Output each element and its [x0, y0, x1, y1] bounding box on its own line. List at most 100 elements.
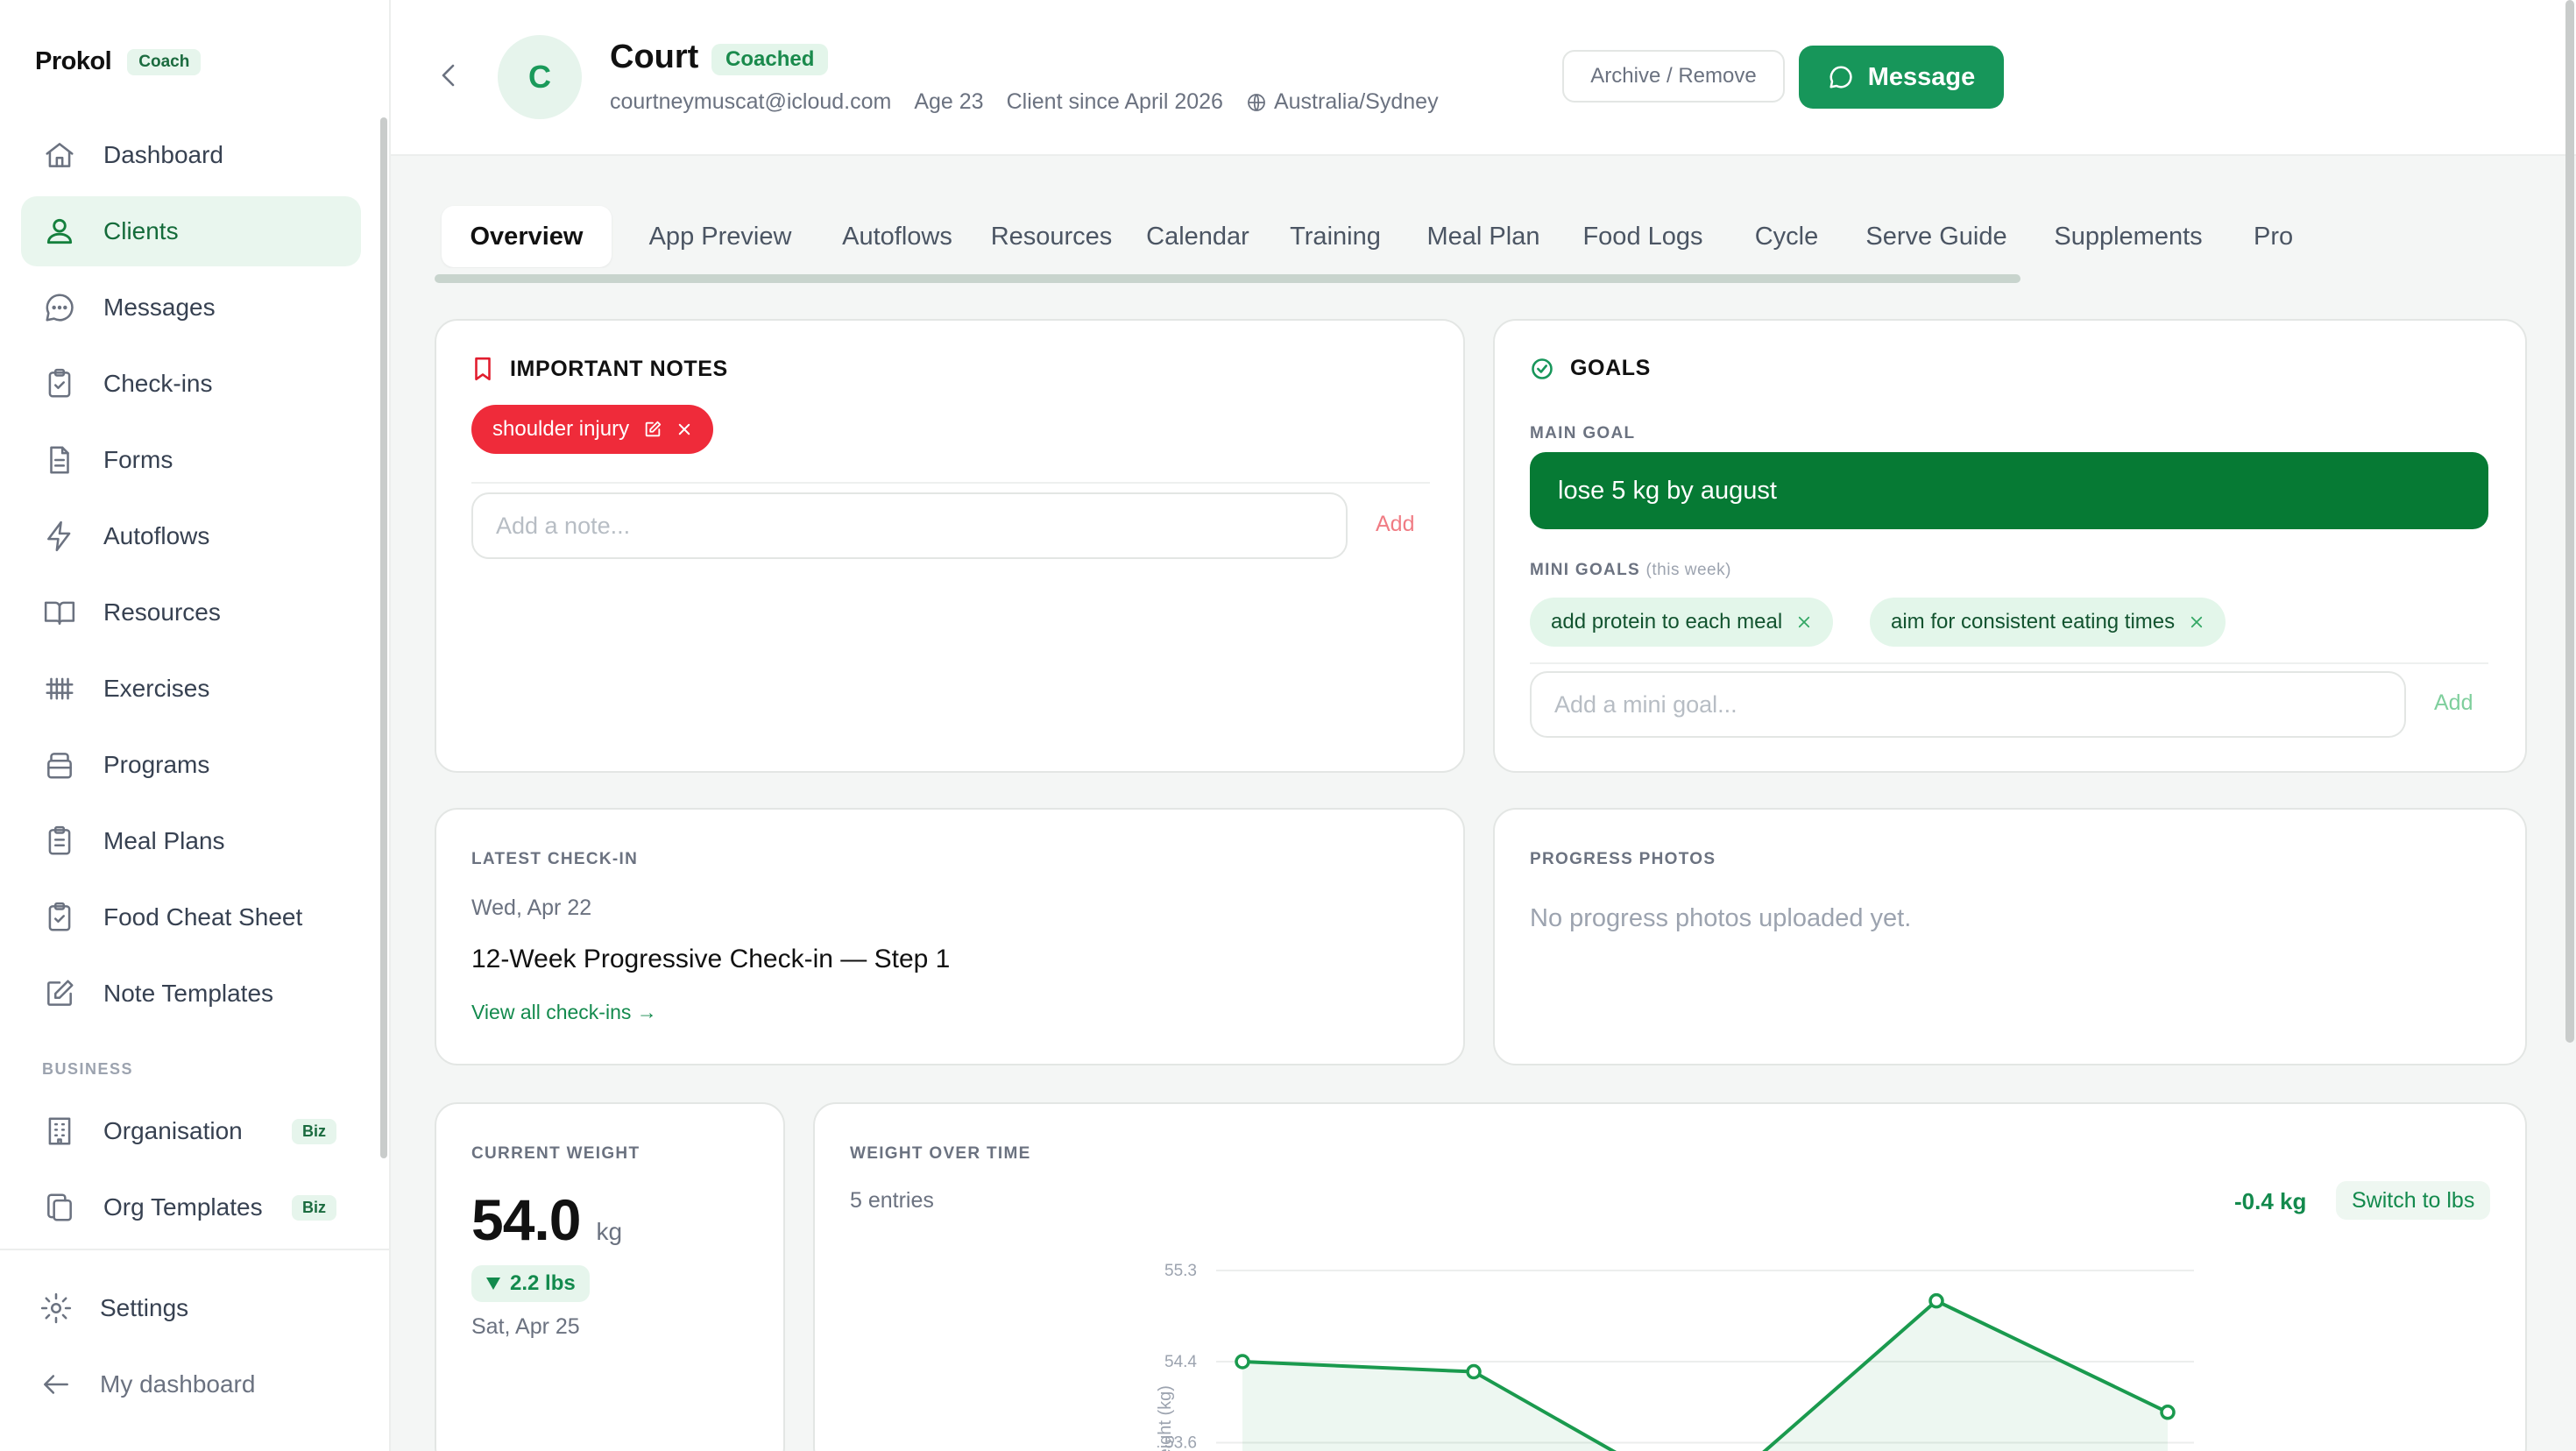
divider — [1530, 662, 2488, 664]
gear-icon — [39, 1291, 74, 1326]
tab-supplements[interactable]: Supplements — [2038, 206, 2219, 267]
add-note-input[interactable]: Add a note... — [471, 492, 1348, 559]
note-chip-label: shoulder injury — [492, 417, 630, 441]
mini-goal-chip: add protein to each meal — [1530, 598, 1834, 647]
brand-name: Prokol — [35, 47, 112, 75]
mini-goals-sub: (this week) — [1645, 561, 1731, 579]
y-tick-label: 54.4 — [1164, 1353, 1197, 1371]
close-icon[interactable] — [676, 421, 692, 437]
weight-area — [1242, 1300, 2168, 1451]
important-notes-header: IMPORTANT NOTES — [471, 356, 728, 382]
weight-point[interactable] — [2160, 1405, 2176, 1420]
sidebar-item-food-cheat-sheet[interactable]: Food Cheat Sheet — [21, 882, 361, 952]
sidebar-item-clients[interactable]: Clients — [21, 196, 361, 266]
progress-photos-label: PROGRESS PHOTOS — [1530, 850, 1716, 868]
brand-badge: Coach — [127, 48, 202, 75]
archive-remove-button[interactable]: Archive / Remove — [1562, 50, 1785, 103]
biz-badge: Biz — [292, 1194, 336, 1221]
message-button[interactable]: Message — [1799, 46, 2004, 109]
divider — [471, 482, 1430, 484]
tab-serve-guide[interactable]: Serve Guide — [1858, 206, 2015, 267]
sidebar: Prokol Coach Dashboard Clients Messages … — [0, 0, 391, 1451]
tab-training[interactable]: Training — [1279, 206, 1391, 267]
bolt-icon — [42, 519, 77, 554]
weight-unit: kg — [596, 1218, 623, 1245]
sidebar-item-label: Forms — [103, 446, 173, 473]
globe-icon — [1248, 93, 1265, 111]
triangle-down-icon — [486, 1278, 500, 1290]
sidebar-item-forms[interactable]: Forms — [21, 425, 361, 495]
mini-goals-label-text: MINI GOALS — [1530, 561, 1640, 579]
mini-goal-chip: aim for consistent eating times — [1870, 598, 2226, 647]
weight-chart: 55.354.453.6Weight (kg) — [1156, 1262, 2194, 1451]
tab-food-logs[interactable]: Food Logs — [1572, 206, 1714, 267]
tab-calendar[interactable]: Calendar — [1141, 206, 1255, 267]
checkin-title[interactable]: 12-Week Progressive Check-in — Step 1 — [471, 945, 950, 974]
current-weight-value: 54.0 kg — [471, 1186, 622, 1253]
tab-meal-plan[interactable]: Meal Plan — [1418, 206, 1549, 267]
sidebar-item-resources[interactable]: Resources — [21, 577, 361, 648]
main-goal[interactable]: lose 5 kg by august — [1530, 452, 2488, 529]
checkin-date: Wed, Apr 22 — [471, 895, 592, 920]
client-age: Age 23 — [914, 89, 984, 114]
add-mini-goal-input[interactable]: Add a mini goal... — [1530, 671, 2406, 738]
weight-delta-badge: 2.2 lbs — [471, 1265, 590, 1302]
arrow-left-icon — [39, 1367, 74, 1402]
add-mini-goal-button[interactable]: Add — [2434, 690, 2473, 716]
tab-autoflows[interactable]: Autoflows — [831, 206, 964, 267]
weight-over-time-card: WEIGHT OVER TIME 5 entries -0.4 kg Switc… — [813, 1102, 2527, 1451]
close-icon[interactable] — [2189, 614, 2204, 630]
sidebar-divider — [0, 1249, 389, 1250]
close-icon[interactable] — [1796, 614, 1812, 630]
sidebar-item-label: Dashboard — [103, 141, 223, 168]
sidebar-item-organisation[interactable]: Organisation Biz — [21, 1096, 361, 1166]
edit-icon — [42, 976, 77, 1011]
sidebar-item-check-ins[interactable]: Check-ins — [21, 349, 361, 419]
tab-profile[interactable]: Pro — [2243, 206, 2348, 267]
bookmark-icon — [475, 357, 491, 381]
weight-point[interactable] — [1466, 1363, 1482, 1380]
message-button-label: Message — [1867, 62, 1976, 91]
tabs-scrollbar[interactable] — [435, 274, 2020, 283]
sidebar-scrollbar[interactable] — [380, 117, 387, 1158]
home-icon — [42, 138, 77, 173]
weight-date: Sat, Apr 25 — [471, 1314, 580, 1339]
tab-resources[interactable]: Resources — [983, 206, 1120, 267]
client-name: Court — [610, 39, 699, 75]
chevron-left-icon — [442, 64, 455, 87]
sidebar-item-programs[interactable]: Programs — [21, 730, 361, 800]
client-meta: courtneymuscat@icloud.com Age 23 Client … — [610, 89, 1439, 115]
sidebar-item-exercises[interactable]: Exercises — [21, 654, 361, 724]
sidebar-item-autoflows[interactable]: Autoflows — [21, 501, 361, 571]
book-icon — [42, 595, 77, 630]
sidebar-item-my-dashboard[interactable]: My dashboard — [18, 1349, 357, 1419]
sidebar-item-dashboard[interactable]: Dashboard — [21, 120, 361, 190]
sidebar-item-messages[interactable]: Messages — [21, 273, 361, 343]
clipboard-check-icon — [42, 366, 77, 401]
page-scrollbar[interactable] — [2565, 0, 2574, 1043]
goals-card: GOALS MAIN GOAL lose 5 kg by august MINI… — [1493, 319, 2527, 773]
tab-overview[interactable]: Overview — [442, 206, 612, 267]
sidebar-item-meal-plans[interactable]: Meal Plans — [21, 806, 361, 876]
important-notes-title: IMPORTANT NOTES — [510, 356, 728, 381]
progress-photos-card: PROGRESS PHOTOS No progress photos uploa… — [1493, 808, 2527, 1065]
view-all-checkins-link[interactable]: View all check-ins → — [471, 1001, 657, 1024]
weight-point[interactable] — [1928, 1292, 1944, 1309]
users-icon — [42, 214, 77, 249]
clipboard-list-icon — [42, 824, 77, 859]
mini-goal-label: add protein to each meal — [1551, 610, 1783, 633]
sidebar-item-label: My dashboard — [100, 1370, 256, 1398]
sidebar-item-label: Org Templates — [103, 1193, 263, 1221]
add-note-button[interactable]: Add — [1376, 512, 1414, 537]
edit-icon[interactable] — [643, 420, 662, 439]
back-button[interactable] — [435, 61, 463, 89]
sidebar-item-label: Note Templates — [103, 980, 274, 1007]
sidebar-item-org-templates[interactable]: Org Templates Biz — [21, 1172, 361, 1242]
sidebar-item-settings[interactable]: Settings — [18, 1273, 357, 1343]
tab-cycle[interactable]: Cycle — [1738, 206, 1835, 267]
sidebar-item-note-templates[interactable]: Note Templates — [21, 959, 361, 1029]
goals-title: GOALS — [1570, 356, 1651, 380]
important-notes-card: IMPORTANT NOTES shoulder injury Add a no… — [435, 319, 1465, 773]
tab-app-preview[interactable]: App Preview — [633, 206, 808, 267]
weight-point[interactable] — [1235, 1354, 1250, 1370]
